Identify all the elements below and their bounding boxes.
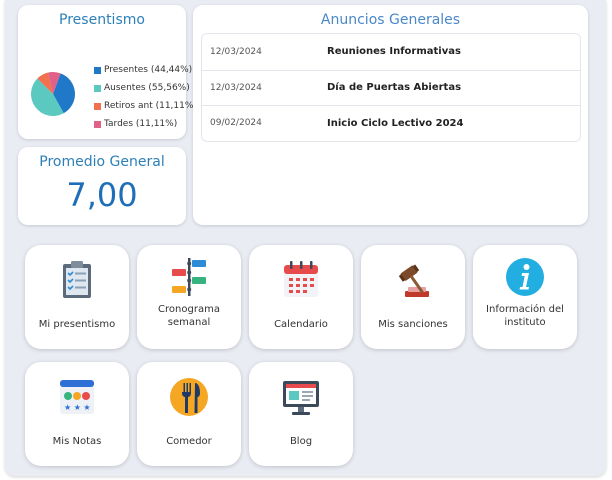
blog-monitor-icon <box>283 381 319 415</box>
tile-label: Mi presentismo <box>38 319 116 330</box>
tile-label: Mis Notas <box>52 436 102 447</box>
announcement-title: Reuniones Informativas <box>327 46 461 58</box>
fork-knife-icon <box>170 378 208 416</box>
timeline-icon <box>172 258 206 296</box>
legend-swatch <box>94 120 101 128</box>
announcement-row[interactable]: 12/03/2024 Reuniones Informativas <box>202 34 580 70</box>
legend-item-ausentes: Ausentes (55,56%) <box>94 79 197 97</box>
anuncios-card: Anuncios Generales 12/03/2024 Reuniones … <box>193 5 588 225</box>
tile-mis-sanciones[interactable]: Mis sanciones <box>361 245 465 349</box>
announcement-row[interactable]: 12/03/2024 Día de Puertas Abiertas <box>202 69 580 106</box>
announcement-date: 09/02/2024 <box>210 118 262 129</box>
tile-label: Mis sanciones <box>378 319 448 330</box>
tile-calendario[interactable]: Calendario <box>249 245 353 349</box>
promedio-card: Promedio General 7,00 <box>18 147 186 225</box>
tile-label: Comedor <box>166 436 212 447</box>
tile-cronograma-semanal[interactable]: Cronograma semanal <box>137 245 241 349</box>
legend-item-retiros: Retiros ant (11,11%) <box>94 97 197 115</box>
presentismo-card: Presentismo Presentes (44,44%) Ausentes … <box>18 5 197 139</box>
info-icon <box>506 258 544 296</box>
clipboard-checklist-icon <box>63 261 91 298</box>
announcement-title: Inicio Ciclo Lectivo 2024 <box>327 117 464 129</box>
promedio-value: 7,00 <box>66 176 138 214</box>
legend-label: Retiros ant (11,11%) <box>104 101 197 111</box>
legend-swatch <box>94 66 101 74</box>
announcement-date: 12/03/2024 <box>210 82 262 93</box>
presentismo-title: Presentismo <box>59 12 145 28</box>
tile-blog[interactable]: Blog <box>249 362 353 466</box>
grades-report-icon: ★ ★ ★ <box>60 380 94 414</box>
calendar-icon <box>284 261 318 297</box>
tile-mi-presentismo[interactable]: Mi presentismo <box>25 245 129 349</box>
gavel-icon <box>398 264 429 297</box>
anuncios-title: Anuncios Generales <box>320 12 461 28</box>
tile-label: Información del instituto <box>486 304 564 328</box>
legend-label: Presentes (44,44%) <box>104 65 193 75</box>
svg-text:★ ★ ★: ★ ★ ★ <box>64 403 91 412</box>
legend-item-tardes: Tardes (11,11%) <box>94 115 197 133</box>
announcements-table: 12/03/2024 Reuniones Informativas 12/03/… <box>201 33 581 142</box>
legend-label: Ausentes (55,56%) <box>104 83 190 93</box>
announcement-title: Día de Puertas Abiertas <box>327 82 462 94</box>
announcement-date: 12/03/2024 <box>210 46 262 57</box>
tile-label: Cronograma semanal <box>158 304 220 328</box>
promedio-title: Promedio General <box>39 154 165 170</box>
legend-item-presentes: Presentes (44,44%) <box>94 61 197 79</box>
tile-label: Blog <box>289 436 313 447</box>
announcement-row[interactable]: 09/02/2024 Inicio Ciclo Lectivo 2024 <box>202 105 580 141</box>
tile-mis-notas[interactable]: ★ ★ ★ Mis Notas <box>25 362 129 466</box>
legend-swatch <box>94 84 101 92</box>
tile-label: Calendario <box>274 319 328 330</box>
attendance-legend: Presentes (44,44%) Ausentes (55,56%) Ret… <box>94 61 197 133</box>
legend-swatch <box>94 102 101 110</box>
legend-label: Tardes (11,11%) <box>104 119 178 129</box>
attendance-pie-chart[interactable] <box>29 70 77 118</box>
tile-comedor[interactable]: Comedor <box>137 362 241 466</box>
tile-informacion-instituto[interactable]: Información del instituto <box>473 245 577 349</box>
